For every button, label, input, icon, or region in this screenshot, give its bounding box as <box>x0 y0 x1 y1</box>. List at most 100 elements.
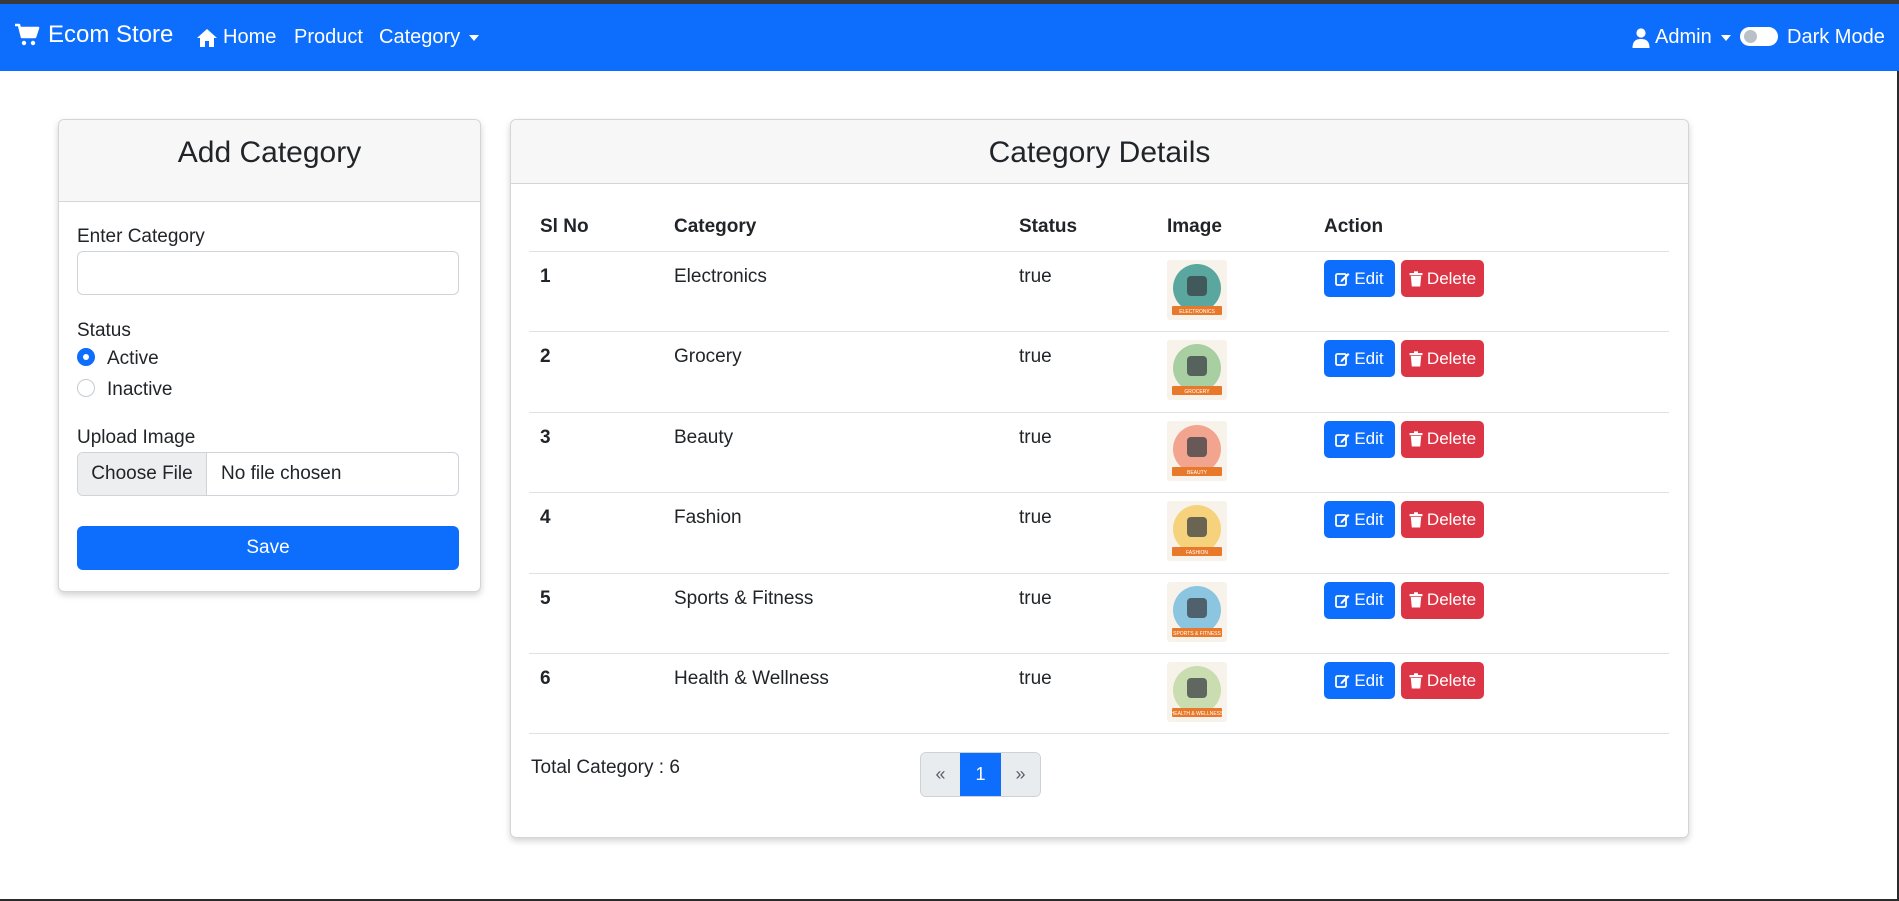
nav-product-label: Product <box>294 26 363 48</box>
row-sl-no: 3 <box>540 426 551 448</box>
dark-mode-label: Dark Mode <box>1787 26 1885 48</box>
row-category-name: Sports & Fitness <box>674 587 814 609</box>
trash-icon <box>1409 431 1423 447</box>
edit-button[interactable]: Edit <box>1324 581 1395 619</box>
cart-icon <box>15 23 40 46</box>
user-dropdown[interactable]: Admin <box>1632 26 1731 49</box>
edit-button[interactable]: Edit <box>1324 260 1395 297</box>
row-category-name: Beauty <box>674 426 734 448</box>
category-image-art: BEAUTY <box>1172 424 1222 476</box>
category-image: FASHION <box>1167 501 1227 562</box>
edit-icon <box>1335 514 1350 528</box>
category-image: ELECTRONICS <box>1167 260 1227 320</box>
image-label-text: ELECTRONICS <box>1179 309 1215 315</box>
row-status: true <box>1019 668 1052 689</box>
nav-category-dropdown[interactable]: Category <box>379 26 480 49</box>
delete-label: Delete <box>1426 509 1477 529</box>
status-inactive-label[interactable]: Inactive <box>107 379 172 401</box>
status-inactive-radio[interactable] <box>77 379 95 397</box>
nav-product[interactable]: Product <box>294 26 363 49</box>
row-category-name: Fashion <box>674 507 742 529</box>
image-label-text: HEALTH & WELLNESS <box>1171 711 1224 717</box>
choose-file-button[interactable]: Choose File <box>78 453 207 495</box>
image-item <box>1187 356 1207 377</box>
row-sl-no: 1 <box>540 266 551 287</box>
status-label: Status <box>77 320 131 341</box>
edit-icon <box>1335 433 1350 447</box>
image-label-text: BEAUTY <box>1187 470 1208 476</box>
row-sl-no: 5 <box>540 587 551 609</box>
status-active-radio[interactable] <box>77 348 95 366</box>
edit-icon <box>1335 675 1350 688</box>
delete-button[interactable]: Delete <box>1401 260 1484 297</box>
row-sl-no: 2 <box>540 346 551 368</box>
toggle-knob <box>1744 30 1757 43</box>
delete-label: Delete <box>1426 670 1477 690</box>
delete-label: Delete <box>1426 429 1477 449</box>
header-category: Category <box>674 216 757 237</box>
delete-label: Delete <box>1426 348 1477 368</box>
delete-button[interactable]: Delete <box>1401 581 1484 619</box>
image-label-text: SPORTS & FITNESS <box>1173 631 1221 637</box>
row-divider <box>529 572 1669 574</box>
pagination-next[interactable]: » <box>1001 753 1040 796</box>
chevron-down-icon <box>1720 34 1731 41</box>
delete-label: Delete <box>1426 590 1477 610</box>
brand-label: Ecom Store <box>48 21 174 48</box>
pagination-page-1[interactable]: 1 <box>960 753 1001 796</box>
edit-label: Edit <box>1354 348 1384 368</box>
file-input[interactable]: Choose File No file chosen <box>77 452 459 496</box>
trash-icon <box>1409 270 1423 286</box>
edit-icon <box>1335 594 1350 608</box>
row-sl-no: 6 <box>540 668 551 689</box>
row-divider <box>529 733 1669 735</box>
edit-label: Edit <box>1354 268 1384 288</box>
delete-button[interactable]: Delete <box>1401 662 1484 699</box>
row-divider <box>529 331 1669 333</box>
edit-label: Edit <box>1354 590 1384 610</box>
brand[interactable]: Ecom Store <box>14 21 173 49</box>
row-status: true <box>1019 266 1052 287</box>
image-item <box>1187 276 1207 296</box>
delete-button[interactable]: Delete <box>1401 420 1484 458</box>
image-label-text: FASHION <box>1186 550 1208 556</box>
category-image-art: GROCERY <box>1172 344 1222 396</box>
delete-button[interactable]: Delete <box>1401 340 1484 378</box>
trash-icon <box>1409 511 1423 528</box>
header-sl-no: Sl No <box>540 216 589 237</box>
trash-icon <box>1409 592 1423 608</box>
edit-icon <box>1335 353 1350 367</box>
edit-button[interactable]: Edit <box>1324 420 1395 458</box>
table-header-divider <box>529 251 1669 252</box>
row-category-name: Health & Wellness <box>674 668 829 689</box>
dark-mode-toggle[interactable] <box>1740 27 1778 46</box>
edit-button[interactable]: Edit <box>1324 340 1395 378</box>
edit-button[interactable]: Edit <box>1324 501 1395 539</box>
category-details-title: Category Details <box>511 120 1688 184</box>
category-input[interactable] <box>77 251 459 295</box>
edit-label: Edit <box>1354 670 1384 690</box>
image-item <box>1187 436 1207 457</box>
save-button[interactable]: Save <box>77 526 459 570</box>
row-status: true <box>1019 426 1052 448</box>
add-category-title: Add Category <box>59 120 480 202</box>
row-divider <box>529 411 1669 413</box>
image-label-text: GROCERY <box>1184 389 1210 395</box>
row-sl-no: 4 <box>540 507 551 529</box>
category-image: HEALTH & WELLNESS <box>1167 662 1227 722</box>
pagination-prev[interactable]: « <box>921 753 960 796</box>
row-category-name: Grocery <box>674 346 742 368</box>
navbar: Ecom Store Home Product Category Admin D… <box>0 4 1899 71</box>
status-active-label[interactable]: Active <box>107 348 159 370</box>
upload-image-label: Upload Image <box>77 427 196 448</box>
category-details-card: Category Details Sl No Category Status I… <box>510 119 1689 838</box>
row-status: true <box>1019 587 1052 609</box>
delete-button[interactable]: Delete <box>1401 501 1484 539</box>
total-category: Total Category : 6 <box>531 757 680 778</box>
nav-home[interactable]: Home <box>196 26 276 49</box>
trash-icon <box>1409 672 1423 688</box>
trash-icon <box>1409 351 1423 367</box>
nav-category-label: Category <box>379 26 461 48</box>
edit-button[interactable]: Edit <box>1324 662 1395 699</box>
row-status: true <box>1019 346 1052 368</box>
